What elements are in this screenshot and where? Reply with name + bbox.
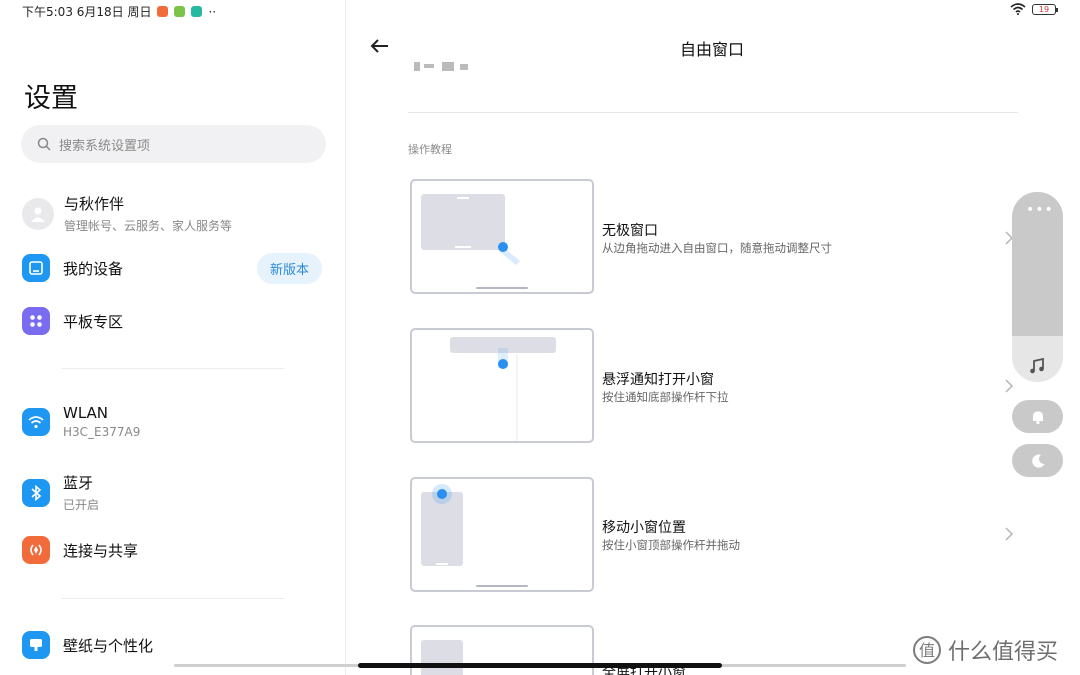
search-placeholder: 搜索系统设置项 [59, 138, 151, 154]
back-arrow-icon[interactable] [368, 34, 392, 58]
card-handle [476, 287, 528, 289]
floating-notification-illustration [450, 337, 556, 441]
page-title: 自由窗口 [679, 40, 744, 59]
search-input[interactable]: 搜索系统设置项 [21, 125, 326, 163]
sidebar-item-label: 我的设备 [63, 259, 124, 278]
sidebar-item-label: 连接与共享 [63, 541, 139, 560]
ring-mode-button[interactable] [1012, 400, 1063, 433]
settings-sidebar: 设置 搜索系统设置项 与秋作伴 管理帐号、云服务、家人服务等 我的设备 新版本 [0, 0, 346, 675]
account-name: 与秋作伴 [64, 195, 125, 213]
sidebar-item-label: 蓝牙 [63, 474, 94, 492]
bell-icon [1032, 411, 1043, 424]
tutorial-subtitle: 按住通知底部操作杆下拉 [602, 390, 729, 404]
sidebar-item-bluetooth[interactable]: 蓝牙 已开启 [22, 472, 99, 513]
divider [62, 368, 284, 369]
sidebar-item-label: 壁纸与个性化 [63, 636, 154, 655]
sidebar-item-label: 平板专区 [63, 312, 124, 331]
tutorial-title: 移动小窗位置 [602, 520, 686, 536]
sidebar-item-wallpaper[interactable]: 壁纸与个性化 [22, 631, 153, 659]
watermark: 值 什么值得买 [912, 634, 1058, 666]
battery-icon: 19 [1032, 3, 1058, 15]
card-handle [476, 585, 528, 587]
wifi-icon [22, 407, 50, 436]
sidebar-item-my-device[interactable]: 我的设备 [22, 254, 123, 282]
svg-text:值: 值 [919, 641, 935, 660]
music-note-icon [1030, 357, 1044, 374]
sidebar-item-connection-sharing[interactable]: 连接与共享 [22, 536, 138, 564]
divider [408, 112, 1018, 113]
tutorial-subtitle: 按住小窗顶部操作杆并拖动 [602, 538, 740, 552]
grid-icon [22, 307, 50, 335]
chevron-right-icon[interactable] [1003, 526, 1015, 542]
settings-title: 设置 [24, 83, 78, 114]
free-window-illustration [421, 194, 520, 265]
chevron-right-icon[interactable] [1003, 378, 1015, 394]
watermark-text: 什么值得买 [948, 640, 1059, 665]
section-label: 操作教程 [408, 143, 452, 156]
sidebar-item-sub: H3C_E377A9 [63, 425, 141, 439]
watermark-logo-icon: 值 [913, 636, 941, 664]
search-icon [37, 137, 51, 151]
do-not-disturb-button[interactable] [1012, 444, 1063, 477]
wifi-status-icon [1010, 3, 1026, 15]
tutorial-title: 悬浮通知打开小窗 [602, 372, 714, 388]
truncated-text-fragment [414, 62, 468, 71]
moon-icon [1031, 454, 1044, 468]
avatar [22, 197, 54, 230]
sidebar-item-label: WLAN [63, 404, 109, 422]
move-window-illustration [421, 484, 463, 566]
user-icon [31, 207, 45, 222]
wallpaper-icon [22, 631, 50, 659]
new-version-badge[interactable]: 新版本 [257, 253, 322, 284]
sidebar-item-tablet-zone[interactable]: 平板专区 [22, 307, 123, 335]
home-indicator[interactable] [358, 663, 722, 668]
tutorial-subtitle: 从边角拖动进入自由窗口，随意拖动调整尺寸 [602, 241, 832, 255]
status-bar-right: 19 [1010, 3, 1058, 15]
tutorial-card[interactable] [410, 179, 594, 294]
account-sub: 管理帐号、云服务、家人服务等 [64, 219, 233, 233]
divider [62, 598, 284, 599]
tutorial-card[interactable] [410, 328, 594, 443]
tutorial-card[interactable] [410, 477, 594, 592]
more-dots-icon[interactable]: ••• [1026, 203, 1054, 217]
sidebar-item-wlan[interactable]: WLAN H3C_E377A9 [22, 404, 140, 439]
tutorial-title: 无极窗口 [602, 223, 658, 239]
sidebar-item-sub: 已开启 [63, 498, 100, 512]
share-icon [22, 536, 50, 564]
account-item[interactable]: 与秋作伴 管理帐号、云服务、家人服务等 [22, 193, 232, 234]
device-icon [22, 254, 50, 282]
bluetooth-icon [22, 478, 50, 507]
volume-slider[interactable]: ••• [1012, 192, 1063, 382]
